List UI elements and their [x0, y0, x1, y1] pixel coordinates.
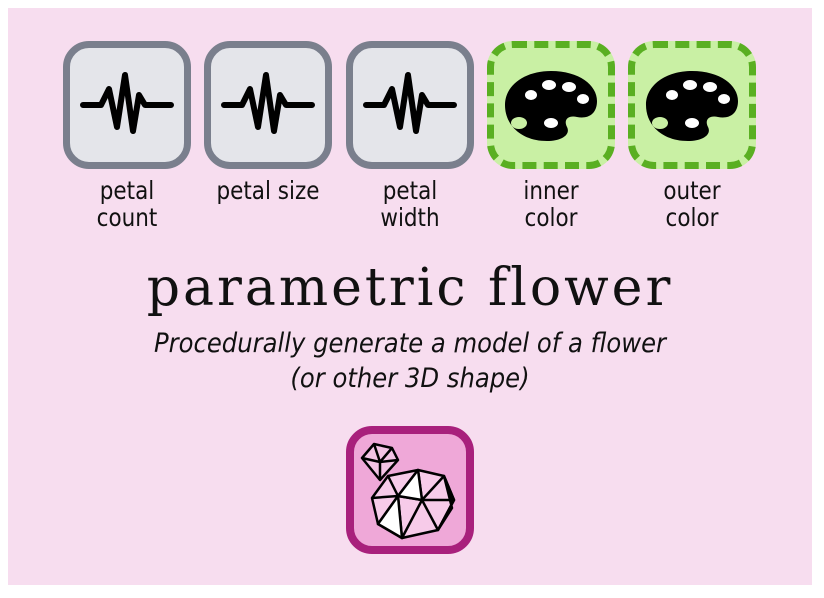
petal-size-input-tile[interactable]	[204, 41, 332, 169]
outer-color-input-tile[interactable]	[628, 41, 756, 169]
petal-size-label: petal size	[216, 176, 320, 205]
palette-icon	[646, 71, 738, 141]
gem-icon	[360, 442, 456, 540]
petal-count-label: petal count	[96, 176, 158, 232]
waveform-icon	[80, 72, 174, 134]
palette-icon	[505, 71, 597, 141]
waveform-icon	[221, 72, 315, 134]
page-title: parametric flower	[146, 258, 674, 318]
output-model-tile[interactable]	[346, 426, 474, 554]
petal-count-input-tile[interactable]	[63, 41, 191, 169]
app-canvas: petal count petal size petal width inner…	[8, 8, 812, 585]
description-line-1: Procedurally generate a model of a flowe…	[153, 328, 667, 359]
inner-color-input-tile[interactable]	[487, 41, 615, 169]
description: Procedurally generate a model of a flowe…	[8, 326, 812, 396]
description-line-2: (or other 3D shape)	[290, 363, 530, 394]
inner-color-label: inner color	[523, 176, 579, 232]
outer-color-label: outer color	[663, 176, 721, 232]
petal-width-label: petal width	[380, 176, 440, 232]
petal-width-input-tile[interactable]	[346, 41, 474, 169]
waveform-icon	[363, 72, 457, 134]
